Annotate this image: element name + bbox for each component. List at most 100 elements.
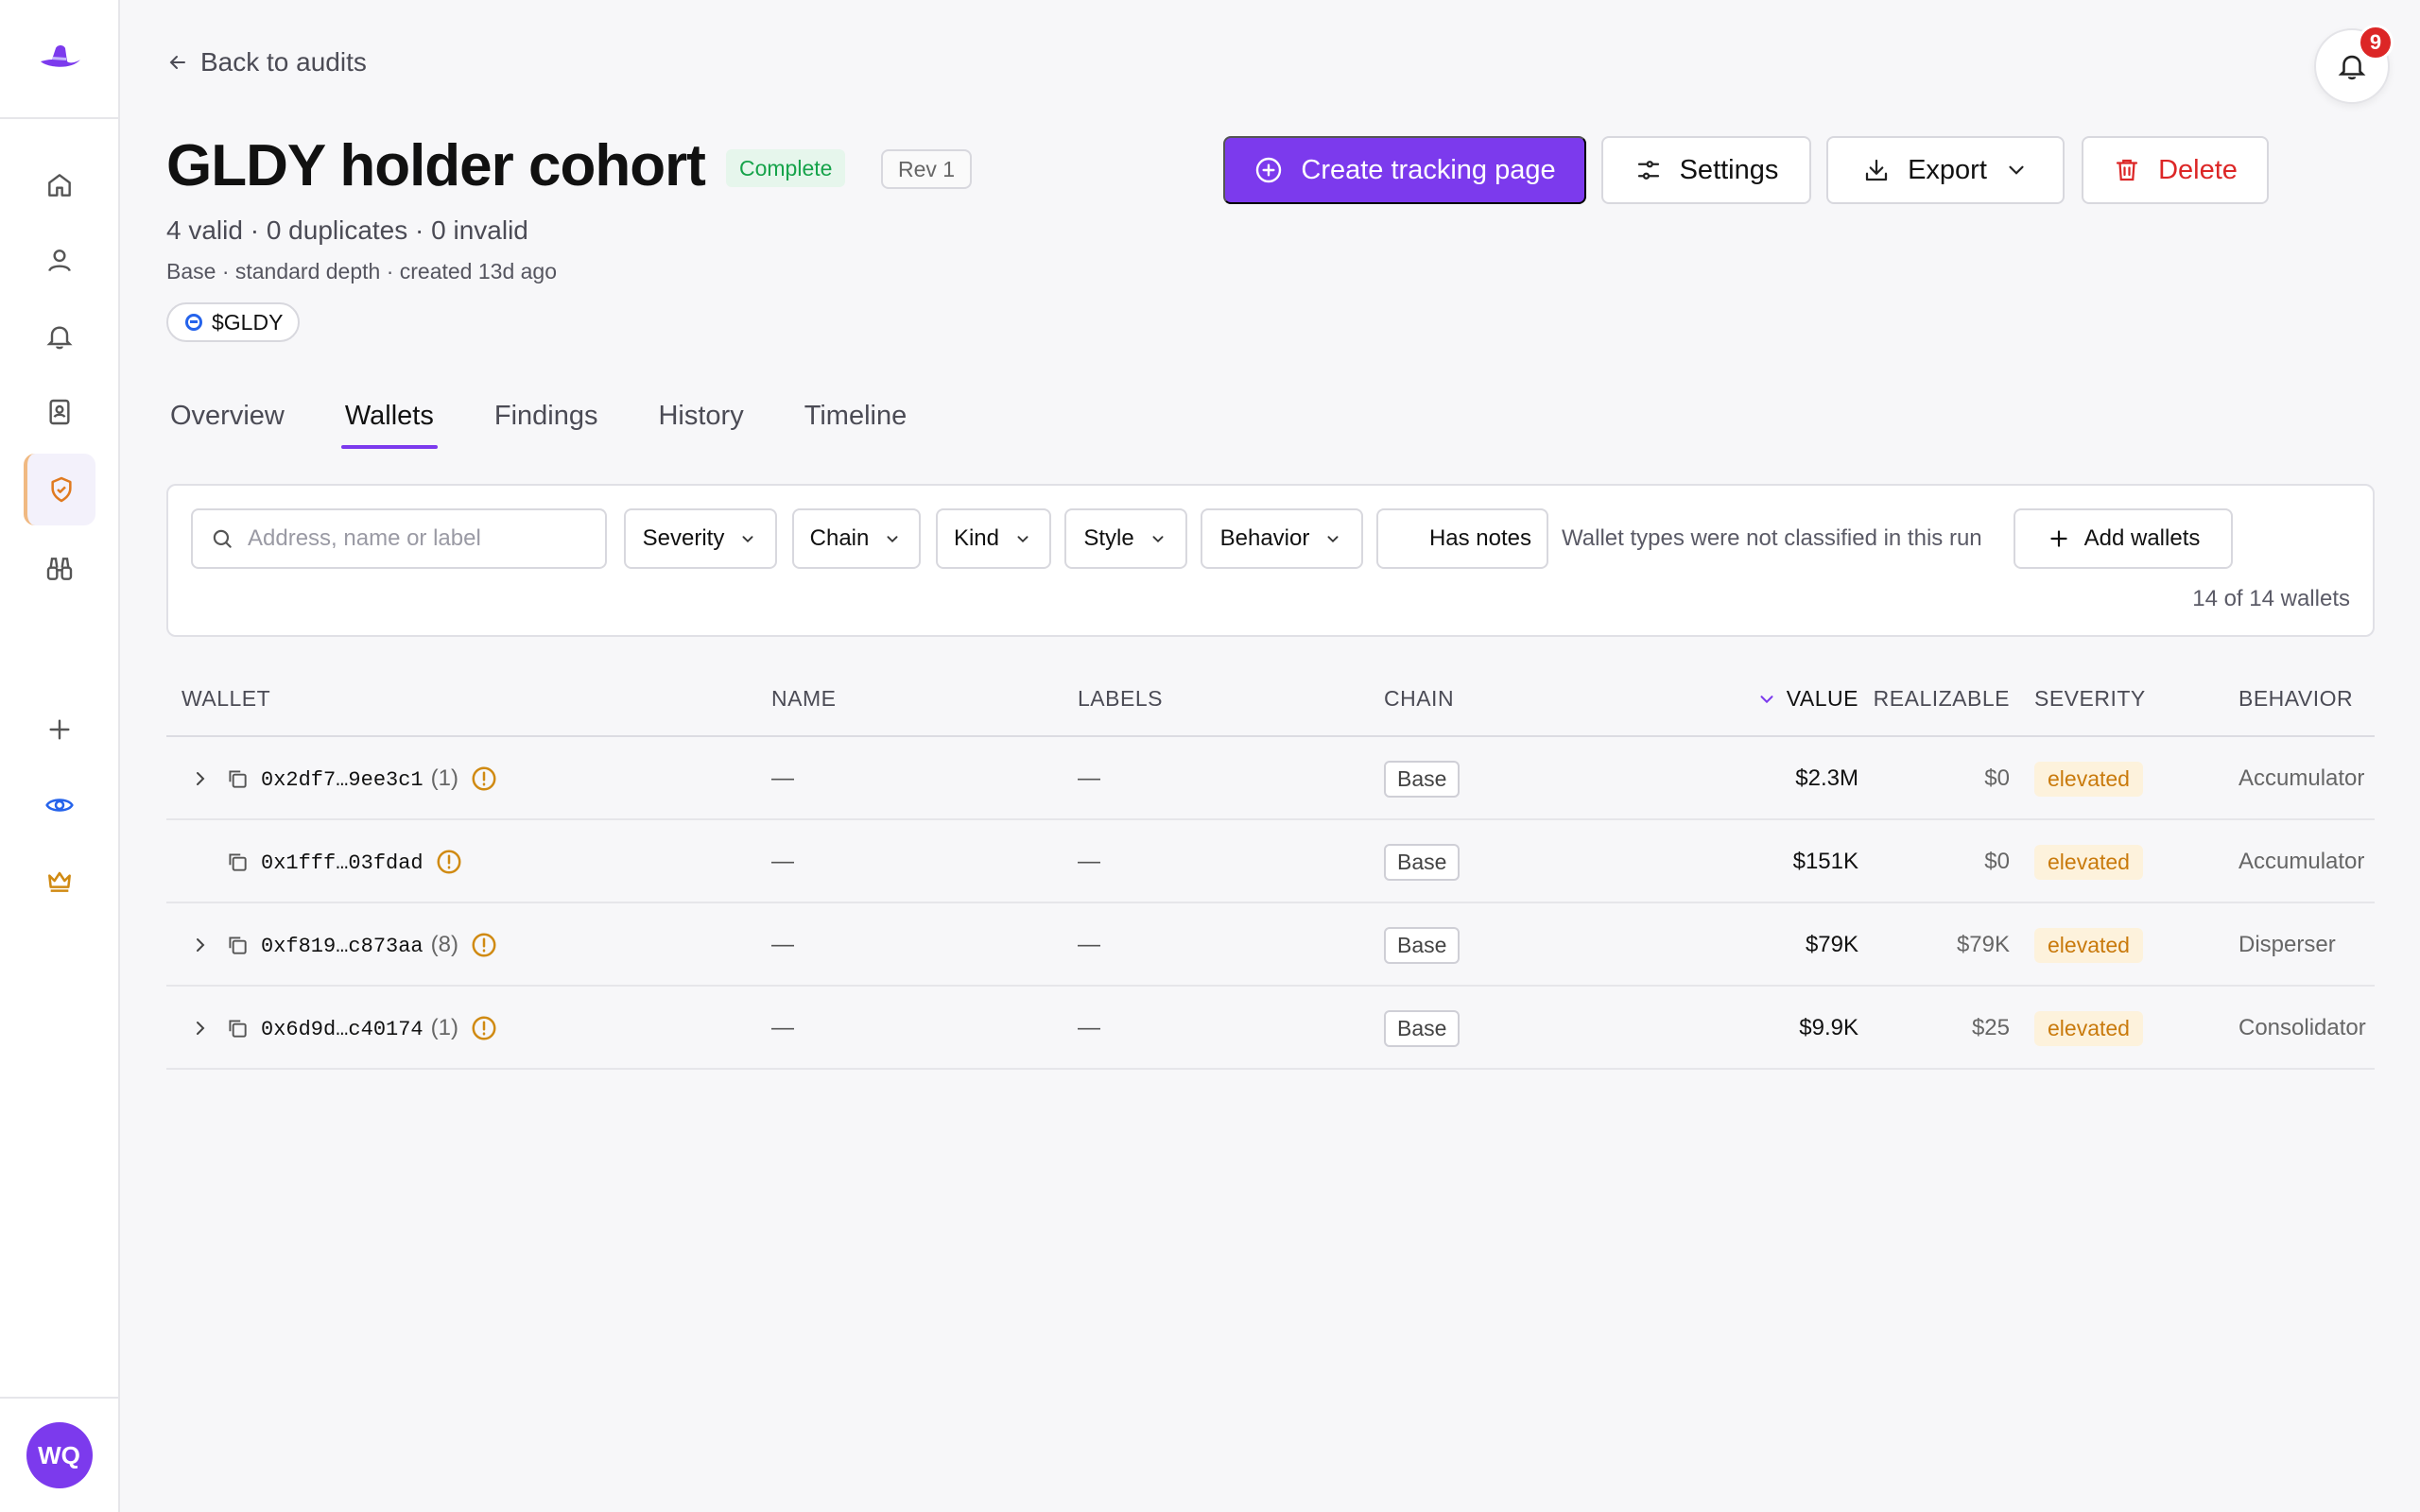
copy-icon[interactable] <box>225 850 250 874</box>
severity-cell: elevated <box>2034 903 2143 987</box>
wallet-cell: 0x2df7…9ee3c1 (1) <box>225 737 498 820</box>
severity-filter-label: Severity <box>642 525 725 551</box>
labels-cell: — <box>1078 849 1100 874</box>
tab-wallets[interactable]: Wallets <box>340 397 438 449</box>
wallet-cell: 0x1fff…03fdad <box>225 820 463 903</box>
nav-add[interactable] <box>24 694 95 765</box>
column-severity[interactable]: SEVERITY <box>2034 686 2146 712</box>
name-cell: — <box>771 1015 794 1040</box>
delete-label: Delete <box>2158 154 2238 185</box>
token-chip[interactable]: $GLDY <box>166 302 301 342</box>
plus-circle-icon <box>1256 157 1282 183</box>
token-symbol: $GLDY <box>212 309 284 335</box>
revision-badge: Rev 1 <box>881 149 973 189</box>
plus-icon <box>2049 530 2067 547</box>
logo[interactable] <box>0 0 118 119</box>
labels-cell: — <box>1078 1015 1100 1040</box>
audit-summary: 4 valid · 0 duplicates · 0 invalid <box>166 215 528 245</box>
kind-filter-label: Kind <box>953 525 1000 551</box>
name-cell: — <box>771 849 794 874</box>
tab-overview[interactable]: Overview <box>166 397 288 449</box>
chain-filter[interactable]: Chain <box>792 508 921 569</box>
wallet-table: WALLET NAME LABELS CHAIN VALUE REALIZABL… <box>166 662 2375 1070</box>
expand-toggle[interactable] <box>189 903 212 987</box>
severity-cell: elevated <box>2034 987 2143 1070</box>
delete-button[interactable]: Delete <box>2082 136 2269 204</box>
column-value-sorted[interactable]: VALUE <box>1679 686 1858 712</box>
column-realizable[interactable]: REALIZABLE <box>1874 686 2010 712</box>
add-wallets-button[interactable]: Add wallets <box>2014 508 2233 569</box>
chevron-down-icon <box>2009 165 2024 175</box>
chevron-down-icon <box>1017 536 1028 543</box>
chevron-right-icon <box>197 938 205 952</box>
copy-icon[interactable] <box>225 1016 250 1040</box>
realizable-cell: $79K <box>1956 932 2010 957</box>
behavior-filter[interactable]: Behavior <box>1201 508 1363 569</box>
column-value-label: VALUE <box>1786 686 1858 711</box>
wallet-address[interactable]: 0x2df7…9ee3c1 <box>261 768 424 792</box>
expand-toggle[interactable] <box>189 737 212 820</box>
has-notes-toggle[interactable]: Has notes <box>1376 508 1548 569</box>
chain-badge: Base <box>1384 1009 1461 1047</box>
plus-icon <box>49 719 70 740</box>
create-tracking-page-button[interactable]: Create tracking page <box>1223 136 1586 204</box>
copy-icon[interactable] <box>225 933 250 957</box>
binoculars-icon <box>46 558 73 580</box>
export-button[interactable]: Export <box>1826 136 2065 204</box>
style-filter[interactable]: Style <box>1064 508 1187 569</box>
table-row[interactable]: 0x1fff…03fdad — — Base $151K $0 elevated… <box>166 820 2375 903</box>
copy-icon[interactable] <box>225 766 250 791</box>
wallet-related-count: (8) <box>430 932 458 957</box>
kind-filter[interactable]: Kind <box>936 508 1051 569</box>
column-wallet[interactable]: WALLET <box>182 686 270 712</box>
realizable-cell: $0 <box>1984 849 2010 874</box>
status-badge: Complete <box>726 149 846 187</box>
tab-findings[interactable]: Findings <box>491 397 602 449</box>
wallet-count: 14 of 14 wallets <box>2192 586 2350 611</box>
table-row[interactable]: 0x2df7…9ee3c1 (1) — — Base $2.3M $0 eleva… <box>166 737 2375 820</box>
table-row[interactable]: 0x6d9d…c40174 (1) — — Base $9.9K $25 elev… <box>166 987 2375 1070</box>
tab-history[interactable]: History <box>654 397 747 449</box>
value-cell: $79K <box>1805 932 1858 957</box>
wallet-related-count: (1) <box>430 765 458 791</box>
add-wallets-label: Add wallets <box>2083 525 2201 551</box>
arrow-left-icon <box>169 56 185 69</box>
nav-premium[interactable] <box>24 845 95 917</box>
nav-audits[interactable] <box>24 454 95 525</box>
expand-toggle[interactable] <box>189 987 212 1070</box>
settings-button[interactable]: Settings <box>1601 136 1811 204</box>
behavior-cell: Accumulator <box>2238 849 2365 874</box>
chevron-down-icon <box>1152 536 1164 543</box>
search-input[interactable] <box>248 525 588 552</box>
chain-cell: Base <box>1384 737 1461 820</box>
behavior-cell: Consolidator <box>2238 1015 2366 1040</box>
notifications-button[interactable]: 9 <box>2314 25 2394 104</box>
wallet-address[interactable]: 0xf819…c873aa <box>261 935 424 958</box>
nav-alerts[interactable] <box>24 301 95 372</box>
column-chain[interactable]: CHAIN <box>1384 686 1454 712</box>
nav-watchlist[interactable] <box>24 769 95 841</box>
chevron-right-icon <box>197 772 205 785</box>
shield-check-icon <box>51 476 72 503</box>
table-row[interactable]: 0xf819…c873aa (8) — — Base $79K $79K elev… <box>166 903 2375 987</box>
tab-timeline[interactable]: Timeline <box>801 397 911 449</box>
chevron-down-icon <box>742 536 753 543</box>
nav-profile[interactable] <box>24 225 95 297</box>
wallet-address[interactable]: 0x6d9d…c40174 <box>261 1018 424 1041</box>
nav-contacts[interactable] <box>24 376 95 448</box>
severity-cell: elevated <box>2034 737 2143 820</box>
chain-badge: Base <box>1384 760 1461 798</box>
column-behavior[interactable]: BEHAVIOR <box>2238 686 2353 712</box>
wallet-address[interactable]: 0x1fff…03fdad <box>261 851 424 875</box>
severity-filter[interactable]: Severity <box>624 508 777 569</box>
audit-meta: Base · standard depth · created 13d ago <box>166 259 558 284</box>
column-labels[interactable]: LABELS <box>1078 686 1163 712</box>
avatar[interactable]: WQ <box>26 1422 93 1488</box>
filter-panel: Severity Chain Kind Style Behavior Has n… <box>166 484 2375 637</box>
settings-label: Settings <box>1679 154 1779 185</box>
notification-count-badge: 9 <box>2358 25 2394 60</box>
nav-home[interactable] <box>24 149 95 221</box>
nav-watch[interactable] <box>24 533 95 605</box>
back-to-audits-link[interactable]: Back to audits <box>166 47 367 77</box>
column-name[interactable]: NAME <box>771 686 836 712</box>
